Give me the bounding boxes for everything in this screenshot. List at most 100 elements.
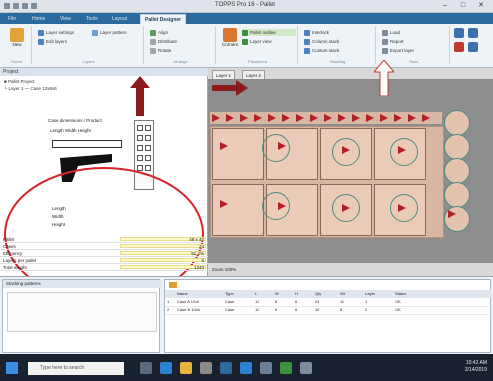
store-icon[interactable]: [200, 362, 212, 374]
edge-icon[interactable]: [160, 362, 172, 374]
case-marker: [352, 114, 360, 122]
field-4[interactable]: [137, 155, 143, 161]
maximize-button[interactable]: □: [456, 1, 470, 11]
stacking-patterns-panel: Stacking patterns: [2, 279, 161, 353]
tab-tools[interactable]: Tools: [82, 14, 102, 24]
taskbar-search[interactable]: Type here to search: [28, 362, 124, 375]
case-cell[interactable]: [212, 184, 264, 236]
field-width-b[interactable]: [145, 135, 151, 141]
tree-item-project[interactable]: ■ Pallet Project: [4, 79, 34, 85]
field-height[interactable]: [137, 145, 143, 151]
canvas-tab-layer1[interactable]: Layer 1: [212, 70, 236, 79]
case-marker: [278, 142, 286, 150]
app-taskbar-icon[interactable]: [220, 362, 232, 374]
prop-row-cases: Cases 24: [0, 243, 208, 250]
layer-view-icon: [242, 38, 248, 45]
settings-icon[interactable]: [468, 28, 478, 38]
align-button[interactable]: Align: [150, 29, 210, 36]
app4-icon[interactable]: [300, 362, 312, 374]
ribbon-group-home: New Home: [2, 26, 32, 64]
dialog-title: Case dimensions / Product: [48, 118, 102, 123]
pallet-outline-icon: [242, 29, 248, 36]
table-row[interactable]: 2 Case B 10x6 Case 10 6 6 18 8 2 OK: [165, 306, 492, 315]
close-button[interactable]: ✕: [474, 1, 488, 11]
case-marker: [226, 114, 234, 122]
custom-stack-button[interactable]: Custom stack: [304, 47, 372, 54]
prop-row-weight: Total weight 1240: [0, 264, 208, 271]
report-button[interactable]: Report: [382, 38, 446, 45]
align-icon: [150, 29, 156, 36]
rotate-button[interactable]: Rotate: [150, 47, 210, 54]
layer-view-button[interactable]: Layer view: [242, 38, 296, 45]
export-layer-button[interactable]: Export layer: [382, 47, 446, 54]
custom-stack-icon: [304, 47, 310, 54]
redo-icon[interactable]: [31, 3, 37, 9]
pattern-icon[interactable]: [169, 282, 177, 288]
tab-pallet-designer[interactable]: Pallet Designer: [140, 14, 187, 24]
layer-pattern-button[interactable]: Layer pattern: [92, 29, 142, 36]
warning-icon[interactable]: [454, 42, 464, 52]
tab-layout[interactable]: Layout: [108, 14, 131, 24]
case-marker: [342, 204, 350, 212]
new-icon: [10, 28, 24, 42]
start-icon[interactable]: [6, 362, 18, 374]
mail-icon[interactable]: [240, 362, 252, 374]
interlock-icon: [304, 29, 310, 36]
pattern-list[interactable]: [7, 292, 157, 332]
case-marker: [278, 202, 286, 210]
layer-settings-button[interactable]: Layer settings: [38, 29, 88, 36]
save-icon[interactable]: [13, 3, 19, 9]
field-length-b[interactable]: [145, 125, 151, 131]
case-cell[interactable]: [212, 128, 264, 180]
minimize-button[interactable]: –: [438, 1, 452, 11]
annotation-arrow-up: [130, 76, 150, 116]
pallet-outline-button[interactable]: Pallet outline: [242, 29, 296, 36]
layer-settings-icon: [38, 29, 44, 36]
case-marker: [268, 114, 276, 122]
undo-icon[interactable]: [22, 3, 28, 9]
ribbon-group-stacking: Interlock Column stack Custom stack Stac…: [300, 26, 376, 64]
interlock-button[interactable]: Interlock: [304, 29, 372, 36]
task-view-icon[interactable]: [140, 362, 152, 374]
corners-button[interactable]: Corners: [221, 28, 239, 50]
app2-icon[interactable]: [260, 362, 272, 374]
group-label-home: Home: [11, 59, 22, 64]
grid-icon[interactable]: [468, 42, 478, 52]
case-marker: [422, 114, 430, 122]
case-marker: [394, 114, 402, 122]
product-circle: [444, 110, 470, 136]
field-width[interactable]: [137, 135, 143, 141]
app3-icon[interactable]: [280, 362, 292, 374]
taskbar-clock[interactable]: 10:42 AM 3/14/2019: [447, 360, 487, 374]
load-button[interactable]: Load: [382, 29, 446, 36]
distribute-button[interactable]: Distribute: [150, 38, 210, 45]
help-icon[interactable]: [454, 28, 464, 38]
canvas-tab-layer2[interactable]: Layer 2: [242, 70, 266, 79]
prop-row-pallet: Pallet 48 x 40: [0, 236, 208, 243]
tree-item-layer[interactable]: └ Layer 1 — Case 12x8x6: [4, 86, 57, 92]
field-length[interactable]: [137, 125, 143, 131]
ribbon-group-layers: Layer settings Edit layers Layer pattern…: [34, 26, 144, 64]
load-icon: [382, 29, 388, 36]
design-canvas[interactable]: Layer 1 Layer 2 Zoom 100%: [208, 68, 493, 276]
prop-row-layers: Layers per pallet 6: [0, 257, 208, 264]
case-marker: [324, 114, 332, 122]
tab-home[interactable]: Home: [28, 14, 49, 24]
ribbon-group-tools: Load Report Export layer Tools: [378, 26, 450, 64]
clock-time: 10:42 AM: [465, 360, 487, 366]
clock-date: 3/14/2019: [464, 367, 487, 373]
new-button[interactable]: New: [8, 28, 26, 50]
field-height-b[interactable]: [145, 145, 151, 151]
column-stack-button[interactable]: Column stack: [304, 38, 372, 45]
dimension-field[interactable]: [52, 140, 122, 148]
edit-layers-button[interactable]: Edit layers: [38, 38, 88, 45]
app-icon[interactable]: [4, 3, 10, 9]
field-4b[interactable]: [145, 155, 151, 161]
project-panel-header: Project: [0, 68, 208, 76]
tab-view[interactable]: View: [56, 14, 75, 24]
tab-file[interactable]: File: [4, 14, 20, 24]
edit-layers-icon: [38, 38, 44, 45]
file-explorer-icon[interactable]: [180, 362, 192, 374]
prop-row-efficiency: Efficiency 91.2%: [0, 250, 208, 257]
group-label-stacking: Stacking: [329, 59, 346, 64]
